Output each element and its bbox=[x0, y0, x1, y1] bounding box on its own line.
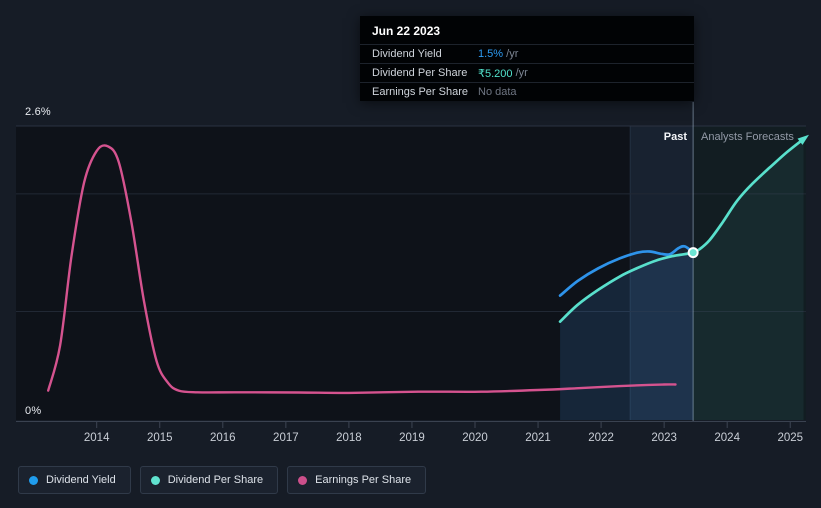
tooltip-value: ₹5.200 bbox=[478, 67, 513, 80]
selected-point-marker bbox=[687, 247, 699, 259]
x-tick-label: 2015 bbox=[147, 432, 173, 444]
x-tick-label: 2023 bbox=[651, 432, 677, 444]
tooltip-unit: /yr bbox=[503, 48, 519, 60]
legend-label: Earnings Per Share bbox=[315, 474, 412, 486]
past-region-label: Past bbox=[663, 131, 687, 143]
forecasts-region-label: Analysts Forecasts bbox=[701, 131, 794, 143]
x-tick-label: 2016 bbox=[210, 432, 236, 444]
earnings-per-share-color-dot bbox=[298, 475, 308, 485]
chart-legend: Dividend Yield Dividend Per Share Earnin… bbox=[18, 466, 427, 494]
tooltip-label: Dividend Per Share bbox=[372, 67, 468, 79]
x-tick-label: 2025 bbox=[777, 432, 803, 444]
tooltip-label: Dividend Yield bbox=[372, 48, 442, 60]
x-tick-label: 2024 bbox=[714, 432, 740, 444]
dividend-per-share-color-dot bbox=[150, 475, 160, 485]
dividend-history-chart-panel: 2014 2015 2016 2017 2018 2019 2020 2021 2022 2023… bbox=[0, 0, 821, 508]
dividend-yield-color-dot bbox=[29, 475, 38, 485]
tooltip-value: 1.5% bbox=[478, 48, 504, 60]
tooltip-row-dividend-per-share: Dividend Per Share ₹5.200 /yr bbox=[360, 63, 694, 82]
legend-label: Dividend Per Share bbox=[167, 474, 264, 486]
x-tick-label: 2022 bbox=[588, 432, 614, 444]
tooltip-row-dividend-yield: Dividend Yield 1.5% /yr bbox=[360, 44, 694, 63]
x-tick-label: 2020 bbox=[462, 432, 488, 444]
tooltip-date: Jun 22 2023 bbox=[372, 24, 441, 38]
x-tick-label: 2018 bbox=[336, 432, 362, 444]
x-tick-label: 2019 bbox=[399, 432, 425, 444]
chart-tooltip: Jun 22 2023 Dividend Yield 1.5% /yr Divi… bbox=[360, 16, 694, 101]
legend-item-dividend-per-share[interactable]: Dividend Per Share bbox=[139, 466, 279, 494]
x-tick-label: 2014 bbox=[84, 432, 110, 444]
x-tick-label: 2021 bbox=[525, 432, 551, 444]
y-axis-label-max: 2.6% bbox=[25, 106, 51, 118]
legend-item-dividend-yield[interactable]: Dividend Yield bbox=[18, 466, 131, 494]
legend-item-earnings-per-share[interactable]: Earnings Per Share bbox=[287, 466, 427, 494]
tooltip-value: No data bbox=[478, 86, 517, 98]
x-tick-label: 2017 bbox=[273, 432, 299, 444]
legend-label: Dividend Yield bbox=[46, 474, 116, 486]
tooltip-row-earnings-per-share: Earnings Per Share No data bbox=[360, 82, 694, 101]
y-axis-label-zero: 0% bbox=[25, 405, 42, 417]
tooltip-unit: /yr bbox=[512, 67, 528, 79]
tooltip-label: Earnings Per Share bbox=[372, 86, 468, 98]
